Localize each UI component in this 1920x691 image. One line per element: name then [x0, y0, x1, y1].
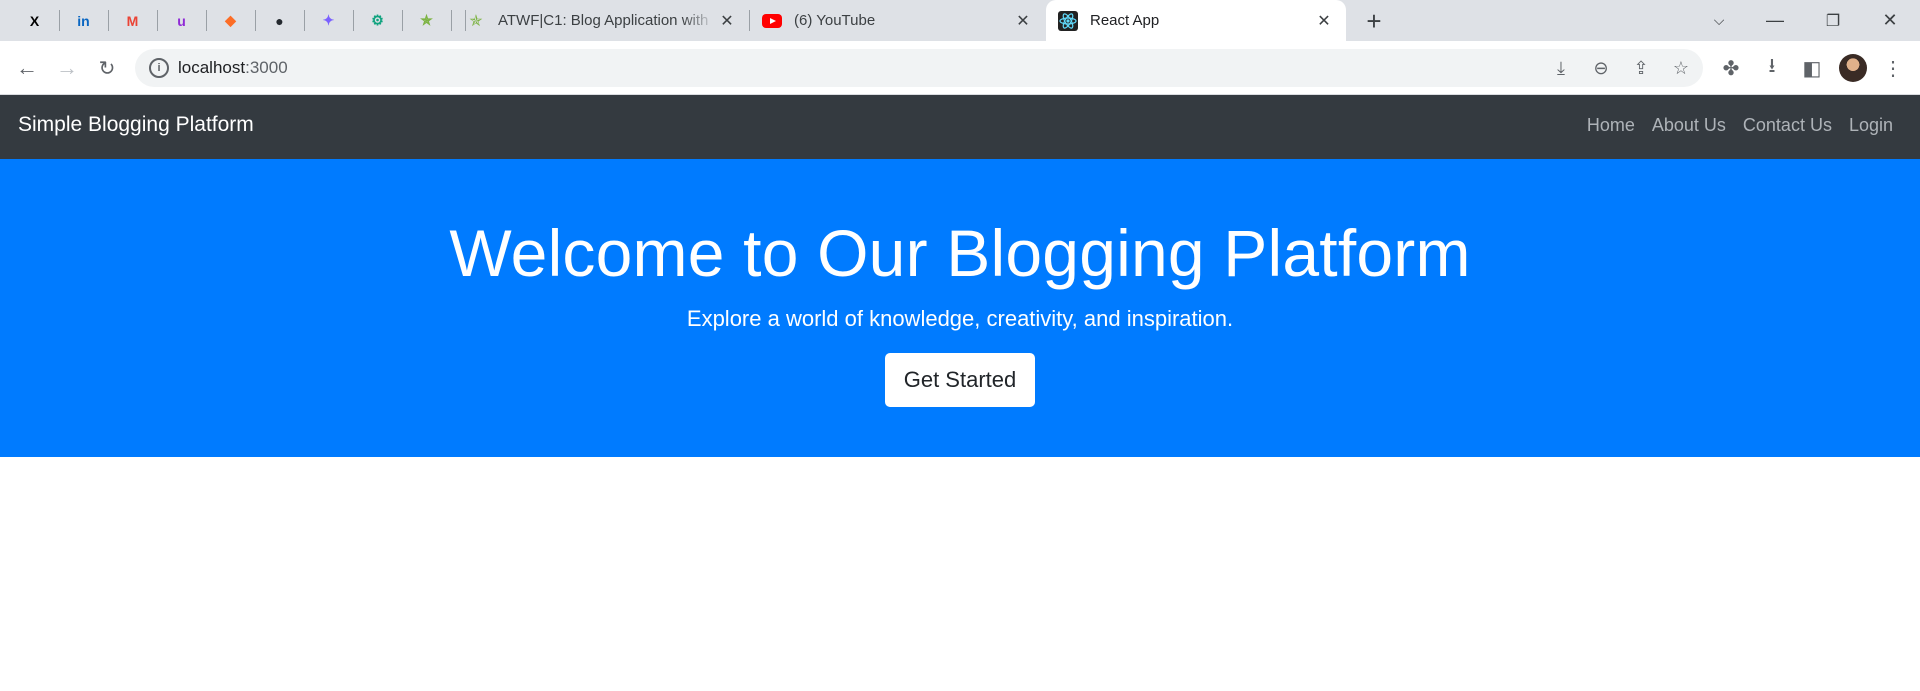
profile-avatar[interactable] [1839, 54, 1867, 82]
bookmark-star-icon[interactable]: ☆ [1668, 55, 1694, 81]
web-page: Simple Blogging Platform Home About Us C… [0, 95, 1920, 691]
x-twitter-icon: X [29, 12, 40, 29]
tab-atwf[interactable]: ✯ ATWF|C1: Blog Application with ✕ [454, 0, 749, 41]
share-icon[interactable]: ⇪ [1628, 55, 1654, 81]
runner-icon: ✯ [469, 12, 483, 30]
site-navbar: Simple Blogging Platform Home About Us C… [0, 95, 1920, 159]
gemini-icon: ✦ [322, 12, 335, 28]
tab-title: React App [1090, 12, 1160, 29]
back-button[interactable]: ← [10, 51, 44, 85]
close-window-button[interactable]: ✕ [1862, 0, 1918, 41]
chatgpt-icon: ⚙ [371, 12, 384, 28]
close-icon[interactable]: ✕ [1011, 9, 1035, 33]
pinned-tab-chatgpt[interactable]: ⚙ [353, 0, 402, 41]
tab-separator [451, 10, 452, 31]
tab-react-app[interactable]: React App ✕ [1046, 0, 1346, 41]
url-host: localhost [178, 58, 246, 77]
get-started-button[interactable]: Get Started [885, 353, 1035, 407]
install-app-icon[interactable]: ⤓ [1548, 55, 1574, 81]
hero-section: Welcome to Our Blogging Platform Explore… [0, 159, 1920, 457]
url-port: :3000 [245, 58, 288, 77]
site-brand[interactable]: Simple Blogging Platform [18, 113, 254, 137]
pinned-tab-github[interactable]: ● [255, 0, 304, 41]
browser-tab-strip: Xin Mu ◆ ● ✦ ⚙ ✯ ✯ ATWF|C1: Blog Application w… [0, 0, 1920, 41]
youtube-icon [762, 11, 782, 31]
nav-link-home[interactable]: Home [1587, 115, 1635, 136]
pinned-tab-x-twitter[interactable]: X [10, 0, 59, 41]
gmail-icon: M [126, 12, 139, 29]
url-text[interactable]: localhost:3000 [178, 58, 288, 78]
extensions-icon[interactable]: ✤ [1716, 53, 1746, 83]
side-panel-icon[interactable]: ◧ [1797, 53, 1827, 83]
tab-search-icon[interactable]: ⌵ [1691, 0, 1747, 41]
site-info-icon[interactable]: i [149, 58, 169, 78]
hero-subtitle: Explore a world of knowledge, creativity… [686, 306, 1234, 331]
github-icon: ● [275, 12, 284, 29]
browser-toolbar: ← → ↻ i localhost:3000 ⤓ ⊖ ⇪ ☆ ✤ ⭳ ◧ ⋮ [0, 41, 1920, 95]
runner-icon: ✯ [420, 12, 433, 28]
restore-button[interactable]: ❐ [1805, 0, 1861, 41]
linkedin-icon: in [77, 12, 90, 29]
react-icon [1058, 10, 1078, 31]
new-tab-button[interactable]: + [1359, 6, 1389, 36]
nav-links: Home About Us Contact Us Login [1587, 115, 1893, 136]
nav-link-about-us[interactable]: About Us [1652, 115, 1726, 136]
pinned-tab-gitlab[interactable]: ◆ [206, 0, 255, 41]
pinned-tab-runner[interactable]: ✯ [402, 0, 451, 41]
gitlab-icon: ◆ [225, 12, 236, 28]
hero-title: Welcome to Our Blogging Platform [449, 216, 1471, 290]
pinned-tab-unstop[interactable]: u [157, 0, 206, 41]
pinned-tab-gemini[interactable]: ✦ [304, 0, 353, 41]
menu-icon[interactable]: ⋮ [1878, 53, 1908, 83]
nav-link-login[interactable]: Login [1849, 115, 1893, 136]
download-icon[interactable]: ⭳ [1757, 53, 1787, 83]
tab-youtube[interactable]: (6) YouTube ✕ [750, 0, 1045, 41]
reload-button[interactable]: ↻ [90, 51, 124, 85]
zoom-out-icon[interactable]: ⊖ [1588, 55, 1614, 81]
close-icon[interactable]: ✕ [1312, 9, 1336, 33]
address-bar[interactable]: i localhost:3000 ⤓ ⊖ ⇪ ☆ [135, 49, 1703, 87]
minimize-button[interactable]: — [1747, 0, 1803, 41]
pinned-tab-gmail[interactable]: M [108, 0, 157, 41]
unstop-icon: u [177, 12, 186, 29]
forward-button[interactable]: → [50, 51, 84, 85]
nav-link-contact-us[interactable]: Contact Us [1743, 115, 1832, 136]
tab-title: (6) YouTube [794, 12, 876, 29]
pinned-tab-linkedin[interactable]: in [59, 0, 108, 41]
tab-title: ATWF|C1: Blog Application with [498, 12, 709, 29]
close-icon[interactable]: ✕ [715, 9, 739, 33]
